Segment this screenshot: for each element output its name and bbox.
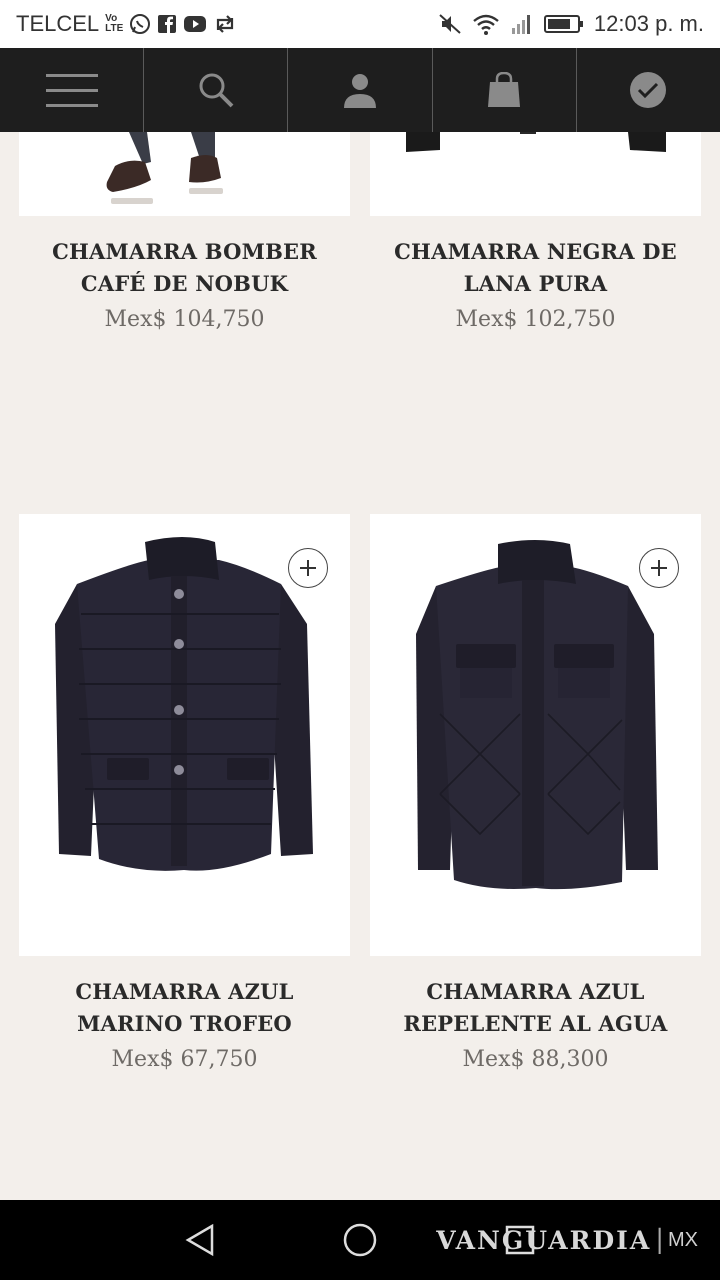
watermark-suffix: MX [668, 1228, 698, 1251]
clock: 12:03 p. m. [593, 11, 704, 36]
volte-bottom: LTE [105, 23, 124, 34]
back-triangle-icon [185, 1223, 214, 1257]
app-nav-bar [0, 48, 720, 132]
youtube-icon [183, 15, 207, 33]
product-price: Mex$ 67,750 [111, 1047, 258, 1072]
plus-icon [651, 560, 667, 576]
search-button[interactable] [144, 48, 289, 132]
product-name[interactable]: CHAMARRA AZUL MARINO TROFEO [19, 976, 350, 1040]
jacket-wool-image [406, 132, 666, 152]
product-info: CHAMARRA AZUL REPELENTE AL AGUA Mex$ 88,… [370, 976, 701, 1078]
signal-icon [510, 13, 534, 35]
jacket-bomber-image [106, 132, 223, 204]
product-info: CHAMARRA AZUL MARINO TROFEO Mex$ 67,750 [19, 976, 350, 1078]
product-name[interactable]: CHAMARRA BOMBER CAFÉ DE NOBUK [19, 236, 350, 300]
status-right: 12:03 p. m. [438, 10, 704, 38]
menu-button[interactable] [0, 48, 145, 132]
product-image[interactable] [19, 132, 350, 216]
product-name[interactable]: CHAMARRA NEGRA DE LANA PURA [370, 236, 701, 300]
carrier-label: TELCEL [16, 11, 100, 36]
bag-button[interactable] [433, 48, 577, 132]
plus-icon [300, 560, 316, 576]
status-bar: TELCEL Vo LTE 12:03 p. m. [0, 0, 720, 48]
account-button[interactable] [288, 48, 433, 132]
product-image[interactable] [370, 514, 701, 956]
back-button[interactable] [180, 1220, 220, 1260]
watermark-separator: | [655, 1225, 664, 1255]
volte-indicator: Vo LTE [105, 14, 123, 34]
product-info: CHAMARRA BOMBER CAFÉ DE NOBUK Mex$ 104,7… [19, 236, 350, 338]
retweet-icon [213, 14, 237, 34]
watermark-brand: VANGUARDIA [436, 1225, 652, 1255]
wifi-icon [472, 12, 500, 36]
product-price: Mex$ 88,300 [462, 1047, 609, 1072]
battery-icon [543, 14, 584, 34]
system-nav-bar: VANGUARDIA | MX [0, 1200, 720, 1280]
add-to-cart-button[interactable] [639, 548, 679, 588]
product-info: CHAMARRA NEGRA DE LANA PURA Mex$ 102,750 [370, 236, 701, 338]
account-icon [344, 74, 376, 108]
home-circle-icon [343, 1223, 377, 1257]
search-icon [199, 73, 234, 108]
checkmark-icon [630, 72, 667, 108]
menu-icon [45, 74, 98, 107]
home-button[interactable] [340, 1220, 380, 1260]
checkout-button[interactable] [577, 48, 720, 132]
status-left: TELCEL Vo LTE [16, 10, 237, 38]
product-image[interactable] [370, 132, 701, 216]
product-price: Mex$ 102,750 [455, 307, 616, 332]
whatsapp-icon [129, 13, 151, 35]
shopping-bag-icon [488, 72, 521, 107]
product-name[interactable]: CHAMARRA AZUL REPELENTE AL AGUA [370, 976, 701, 1040]
facebook-icon [157, 14, 177, 34]
add-to-cart-button[interactable] [288, 548, 328, 588]
mute-icon [438, 12, 462, 36]
watermark: VANGUARDIA | MX [436, 1220, 698, 1260]
product-image[interactable] [19, 514, 350, 956]
product-price: Mex$ 104,750 [104, 307, 265, 332]
